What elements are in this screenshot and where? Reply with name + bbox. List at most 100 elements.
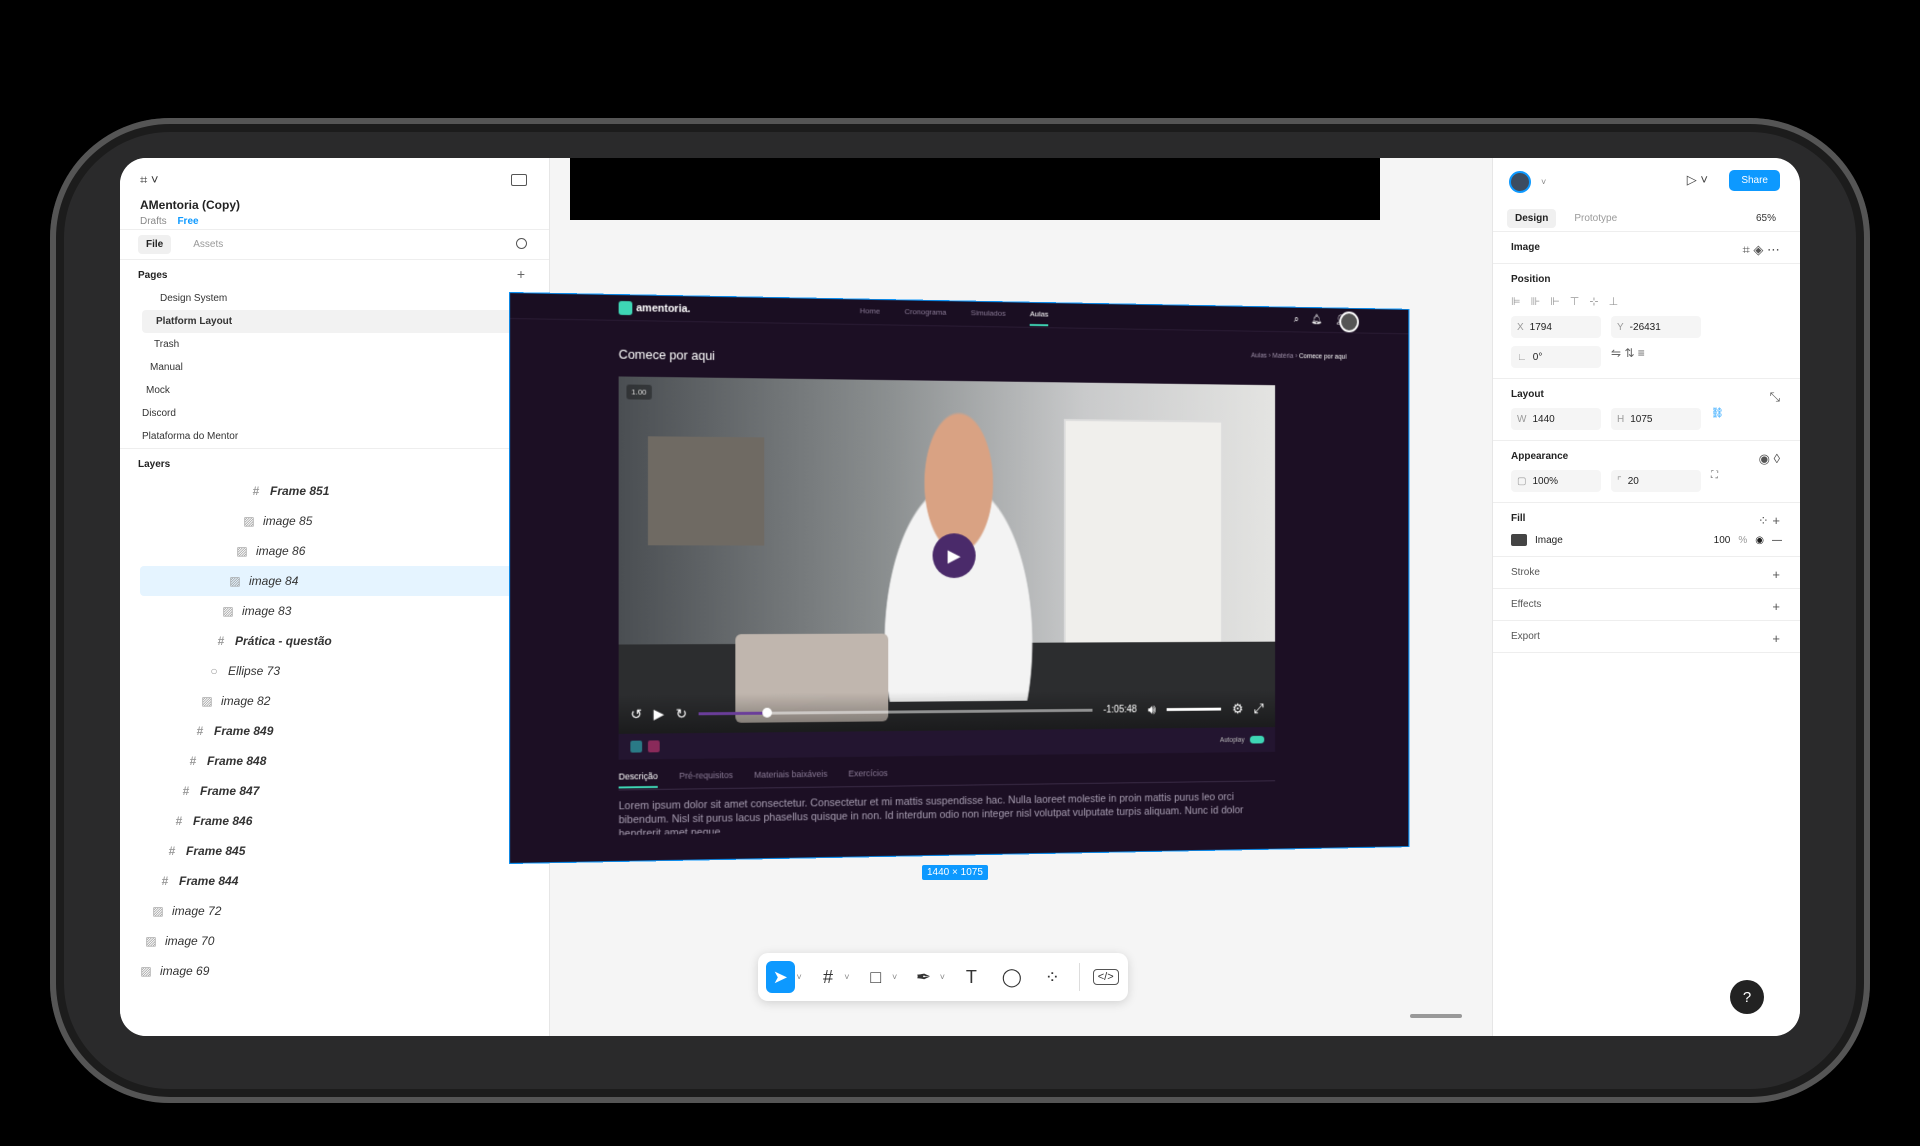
layer-row[interactable]: ▨ image 84: [140, 566, 529, 596]
w-value: 1440: [1532, 413, 1555, 425]
fill-row[interactable]: Image 100 % ◉ —: [1511, 534, 1782, 546]
share-button[interactable]: Share: [1729, 170, 1780, 191]
chevron-down-icon[interactable]: ˅: [940, 972, 945, 982]
frame-tool-button[interactable]: #: [814, 961, 843, 993]
page-item[interactable]: Discord: [142, 402, 527, 425]
height-field[interactable]: H 1075: [1611, 408, 1701, 430]
x-label: X: [1517, 321, 1524, 333]
align-center-icon[interactable]: ⊪: [1531, 295, 1541, 308]
design-nav-link: Simulados: [970, 308, 1006, 318]
page-item[interactable]: Trash: [142, 333, 527, 356]
present-icon[interactable]: ▷ ˅: [1687, 172, 1708, 188]
chevron-down-icon[interactable]: ˅: [797, 972, 802, 982]
pages-header[interactable]: Pages +: [120, 260, 549, 287]
layer-row[interactable]: # Frame 851: [140, 476, 529, 506]
layer-row[interactable]: ▨ image 85: [140, 506, 529, 536]
resize-icon[interactable]: ⤡: [1770, 389, 1780, 405]
layers-header[interactable]: Layers: [120, 448, 549, 476]
frame-layer-icon: #: [252, 484, 260, 498]
comment-tool-button[interactable]: ◯: [998, 961, 1027, 993]
selected-frame[interactable]: amentoria. Home Cronograma Simulados Aul…: [509, 292, 1410, 864]
layer-row[interactable]: ▨ image 69: [140, 956, 529, 986]
align-middle-icon[interactable]: ⊹: [1589, 295, 1598, 308]
speed-badge: 1.00: [626, 384, 652, 400]
help-button[interactable]: ?: [1730, 980, 1764, 1014]
corner-icon[interactable]: ⛶: [1711, 470, 1718, 492]
page-item[interactable]: Plataforma do Mentor: [142, 425, 527, 448]
w-label: W: [1517, 413, 1527, 425]
fill-header-label: Fill: [1511, 513, 1526, 524]
eye-icon[interactable]: ◉: [1755, 535, 1764, 546]
chevron-down-icon[interactable]: ˅: [892, 972, 897, 982]
move-tool-button[interactable]: ➤: [766, 961, 795, 993]
frame-layer-icon: #: [182, 784, 190, 798]
page-item[interactable]: Mock: [142, 379, 527, 402]
page-item[interactable]: Manual: [142, 356, 527, 379]
remove-fill-icon[interactable]: —: [1772, 535, 1782, 546]
figma-menu-button[interactable]: ⌗ ˅: [140, 172, 529, 188]
search-icon[interactable]: [516, 238, 527, 249]
frame-layer-icon: #: [175, 814, 183, 828]
tab-assets[interactable]: Assets: [185, 235, 231, 254]
avatar: [1339, 311, 1359, 333]
link-icon[interactable]: ⛓: [1711, 408, 1724, 430]
layer-row[interactable]: ▨ image 83: [140, 596, 529, 626]
layer-row[interactable]: ▨ image 86: [140, 536, 529, 566]
add-fill-icon[interactable]: ⁘ +: [1758, 513, 1780, 529]
brand-icon: [618, 300, 633, 315]
dev-mode-button[interactable]: </>: [1091, 961, 1120, 993]
fill-unit: %: [1738, 534, 1748, 546]
align-right-icon[interactable]: ⊩: [1550, 295, 1560, 308]
zoom-dropdown[interactable]: 65%: [1756, 213, 1776, 224]
radius-field[interactable]: ⌜ 20: [1611, 470, 1701, 492]
resources-tool-button[interactable]: ⁘: [1038, 961, 1067, 993]
sidebar-toggle-icon[interactable]: [511, 174, 527, 186]
layer-row[interactable]: # Frame 847: [140, 776, 529, 806]
tab-file[interactable]: File: [138, 235, 172, 254]
add-export-icon[interactable]: +: [1772, 631, 1780, 646]
layer-row[interactable]: # Prática - questão: [140, 626, 529, 656]
chevron-down-icon[interactable]: ˅: [1541, 177, 1546, 187]
chevron-down-icon[interactable]: ˅: [844, 972, 849, 982]
layer-row[interactable]: ○ Ellipse 73: [140, 656, 529, 686]
layer-row[interactable]: ▨ image 82: [140, 686, 529, 716]
text-tool-button[interactable]: T: [957, 961, 986, 993]
layer-name: image 85: [263, 514, 313, 528]
right-panel: ˅ ▷ ˅ Share Design Prototype 65% Image ⌗…: [1492, 158, 1800, 1036]
flip-icon[interactable]: ⇋ ⇅ ≡: [1611, 346, 1645, 368]
y-field[interactable]: Y -26431: [1611, 316, 1701, 338]
layer-row[interactable]: ▨ image 72: [140, 896, 529, 926]
rotation-field[interactable]: ∟ 0°: [1511, 346, 1601, 368]
pen-tool-button[interactable]: ✒: [909, 961, 938, 993]
x-field[interactable]: X 1794: [1511, 316, 1601, 338]
appearance-section: Appearance ◉ ◊ ▢ 100% ⌜ 20 ⛶: [1493, 441, 1800, 503]
selection-section: Image ⌗ ◈ ⋯: [1493, 232, 1800, 264]
tab-prototype[interactable]: Prototype: [1566, 209, 1625, 228]
fill-opacity[interactable]: 100: [1714, 535, 1731, 546]
shape-tool-button[interactable]: □: [862, 961, 891, 993]
add-page-icon[interactable]: +: [517, 266, 525, 282]
more-icon[interactable]: ⌗ ◈ ⋯: [1742, 242, 1780, 258]
tab-design[interactable]: Design: [1507, 209, 1557, 228]
layer-row[interactable]: # Frame 849: [140, 716, 529, 746]
layer-row[interactable]: # Frame 845: [140, 836, 529, 866]
eye-icon[interactable]: ◉ ◊: [1759, 451, 1780, 467]
add-stroke-icon[interactable]: +: [1772, 567, 1780, 582]
add-effect-icon[interactable]: +: [1772, 599, 1780, 614]
canvas[interactable]: amentoria. Home Cronograma Simulados Aul…: [509, 158, 1492, 1036]
layer-row[interactable]: # Frame 846: [140, 806, 529, 836]
page-item[interactable]: Platform Layout: [142, 310, 527, 333]
width-field[interactable]: W 1440: [1511, 408, 1601, 430]
page-item[interactable]: Design System: [142, 287, 527, 310]
layer-row[interactable]: # Frame 848: [140, 746, 529, 776]
file-title[interactable]: AMentoria (Copy): [140, 198, 529, 212]
layer-row[interactable]: # Frame 844: [140, 866, 529, 896]
align-top-icon[interactable]: ⊤: [1570, 295, 1580, 308]
avatar[interactable]: [1509, 171, 1531, 193]
opacity-field[interactable]: ▢ 100%: [1511, 470, 1601, 492]
align-bottom-icon[interactable]: ⊥: [1609, 295, 1619, 308]
layer-row[interactable]: ▨ image 70: [140, 926, 529, 956]
align-left-icon[interactable]: ⊫: [1511, 295, 1521, 308]
frame-black[interactable]: [570, 158, 1380, 220]
layer-name: Frame 846: [193, 814, 253, 828]
